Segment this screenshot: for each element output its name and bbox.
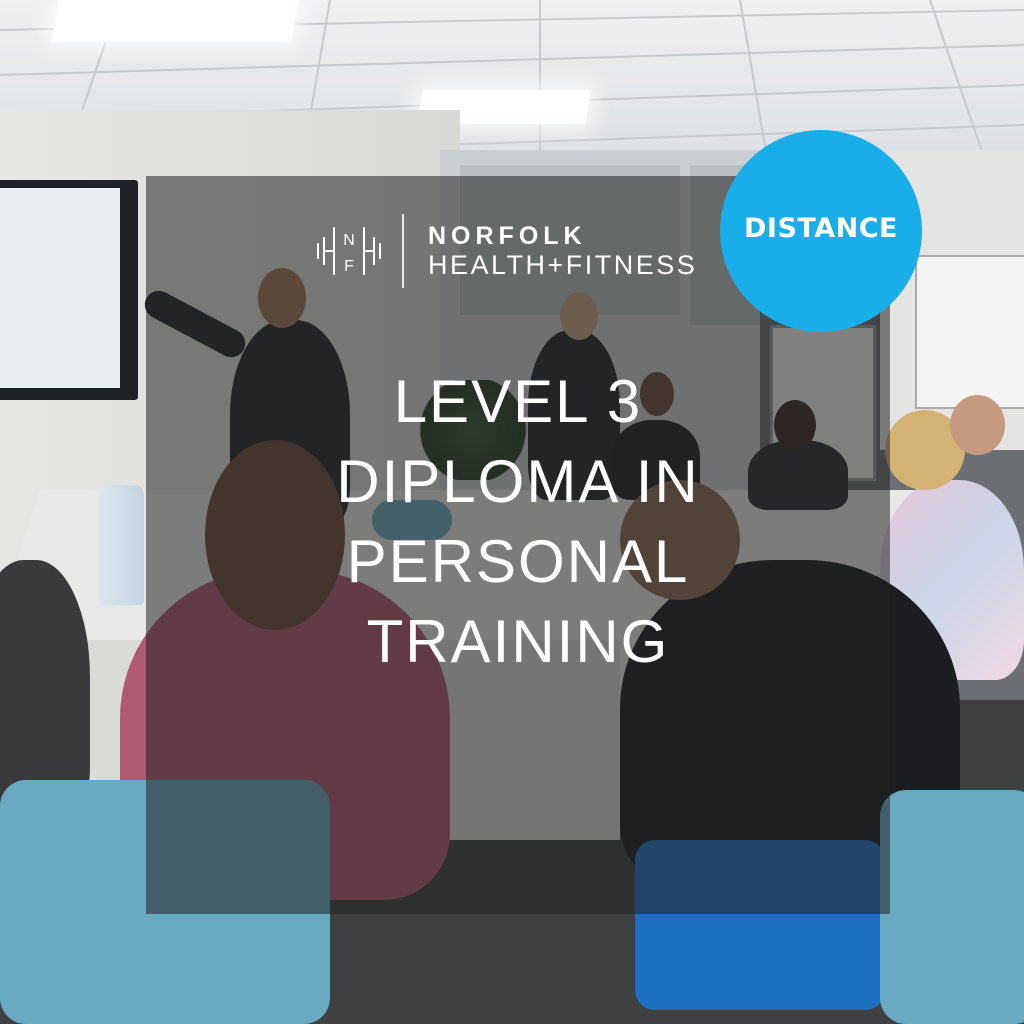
monogram-top-letter: N <box>343 232 355 249</box>
logo-divider <box>402 214 404 288</box>
course-title-line: LEVEL 3 <box>393 368 643 435</box>
water-bottle <box>98 485 144 605</box>
dumbbell-monogram-icon: N F <box>317 227 381 275</box>
distance-badge-label: DISTANCE <box>744 212 898 244</box>
monogram-bottom-letter: F <box>344 258 354 275</box>
norfolk-health-fitness-logo: N F NORFOLK HEALTH+FITNESS <box>316 213 697 289</box>
chair <box>880 790 1024 1024</box>
course-title: LEVEL 3 DIPLOMA IN PERSONAL TRAINING <box>146 362 890 682</box>
student-head <box>950 395 1005 455</box>
course-title-line: TRAINING <box>366 608 670 675</box>
course-title-line: PERSONAL <box>346 528 690 595</box>
course-title-line: DIPLOMA IN <box>336 448 700 515</box>
logo-line-norfolk: NORFOLK <box>428 221 587 250</box>
distance-badge: DISTANCE <box>720 130 922 332</box>
logo-line-health-fitness: HEALTH+FITNESS <box>428 249 698 280</box>
wall-screen <box>0 180 138 400</box>
logo-wordmark: NORFOLK HEALTH+FITNESS <box>428 221 698 280</box>
flipchart <box>915 255 1024 409</box>
ceiling-light <box>51 0 299 42</box>
